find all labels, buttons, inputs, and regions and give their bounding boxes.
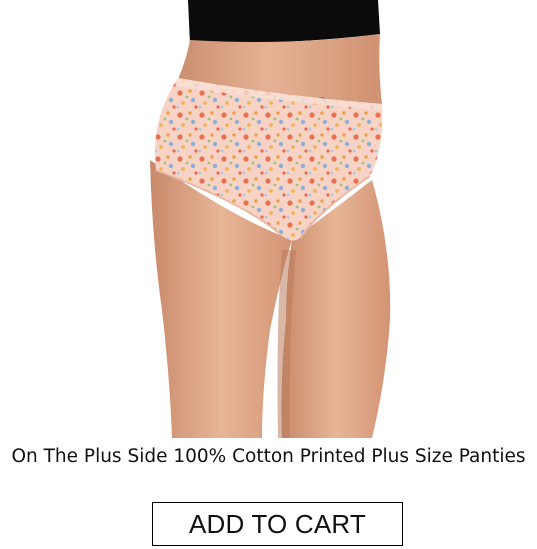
product-title[interactable]: On The Plus Side 100% Cotton Printed Plu… xyxy=(0,445,537,469)
product-card: On The Plus Side 100% Cotton Printed Plu… xyxy=(0,0,537,549)
add-to-cart-button[interactable]: ADD TO CART xyxy=(152,502,403,546)
product-photo xyxy=(0,0,537,438)
product-image[interactable] xyxy=(0,0,537,438)
